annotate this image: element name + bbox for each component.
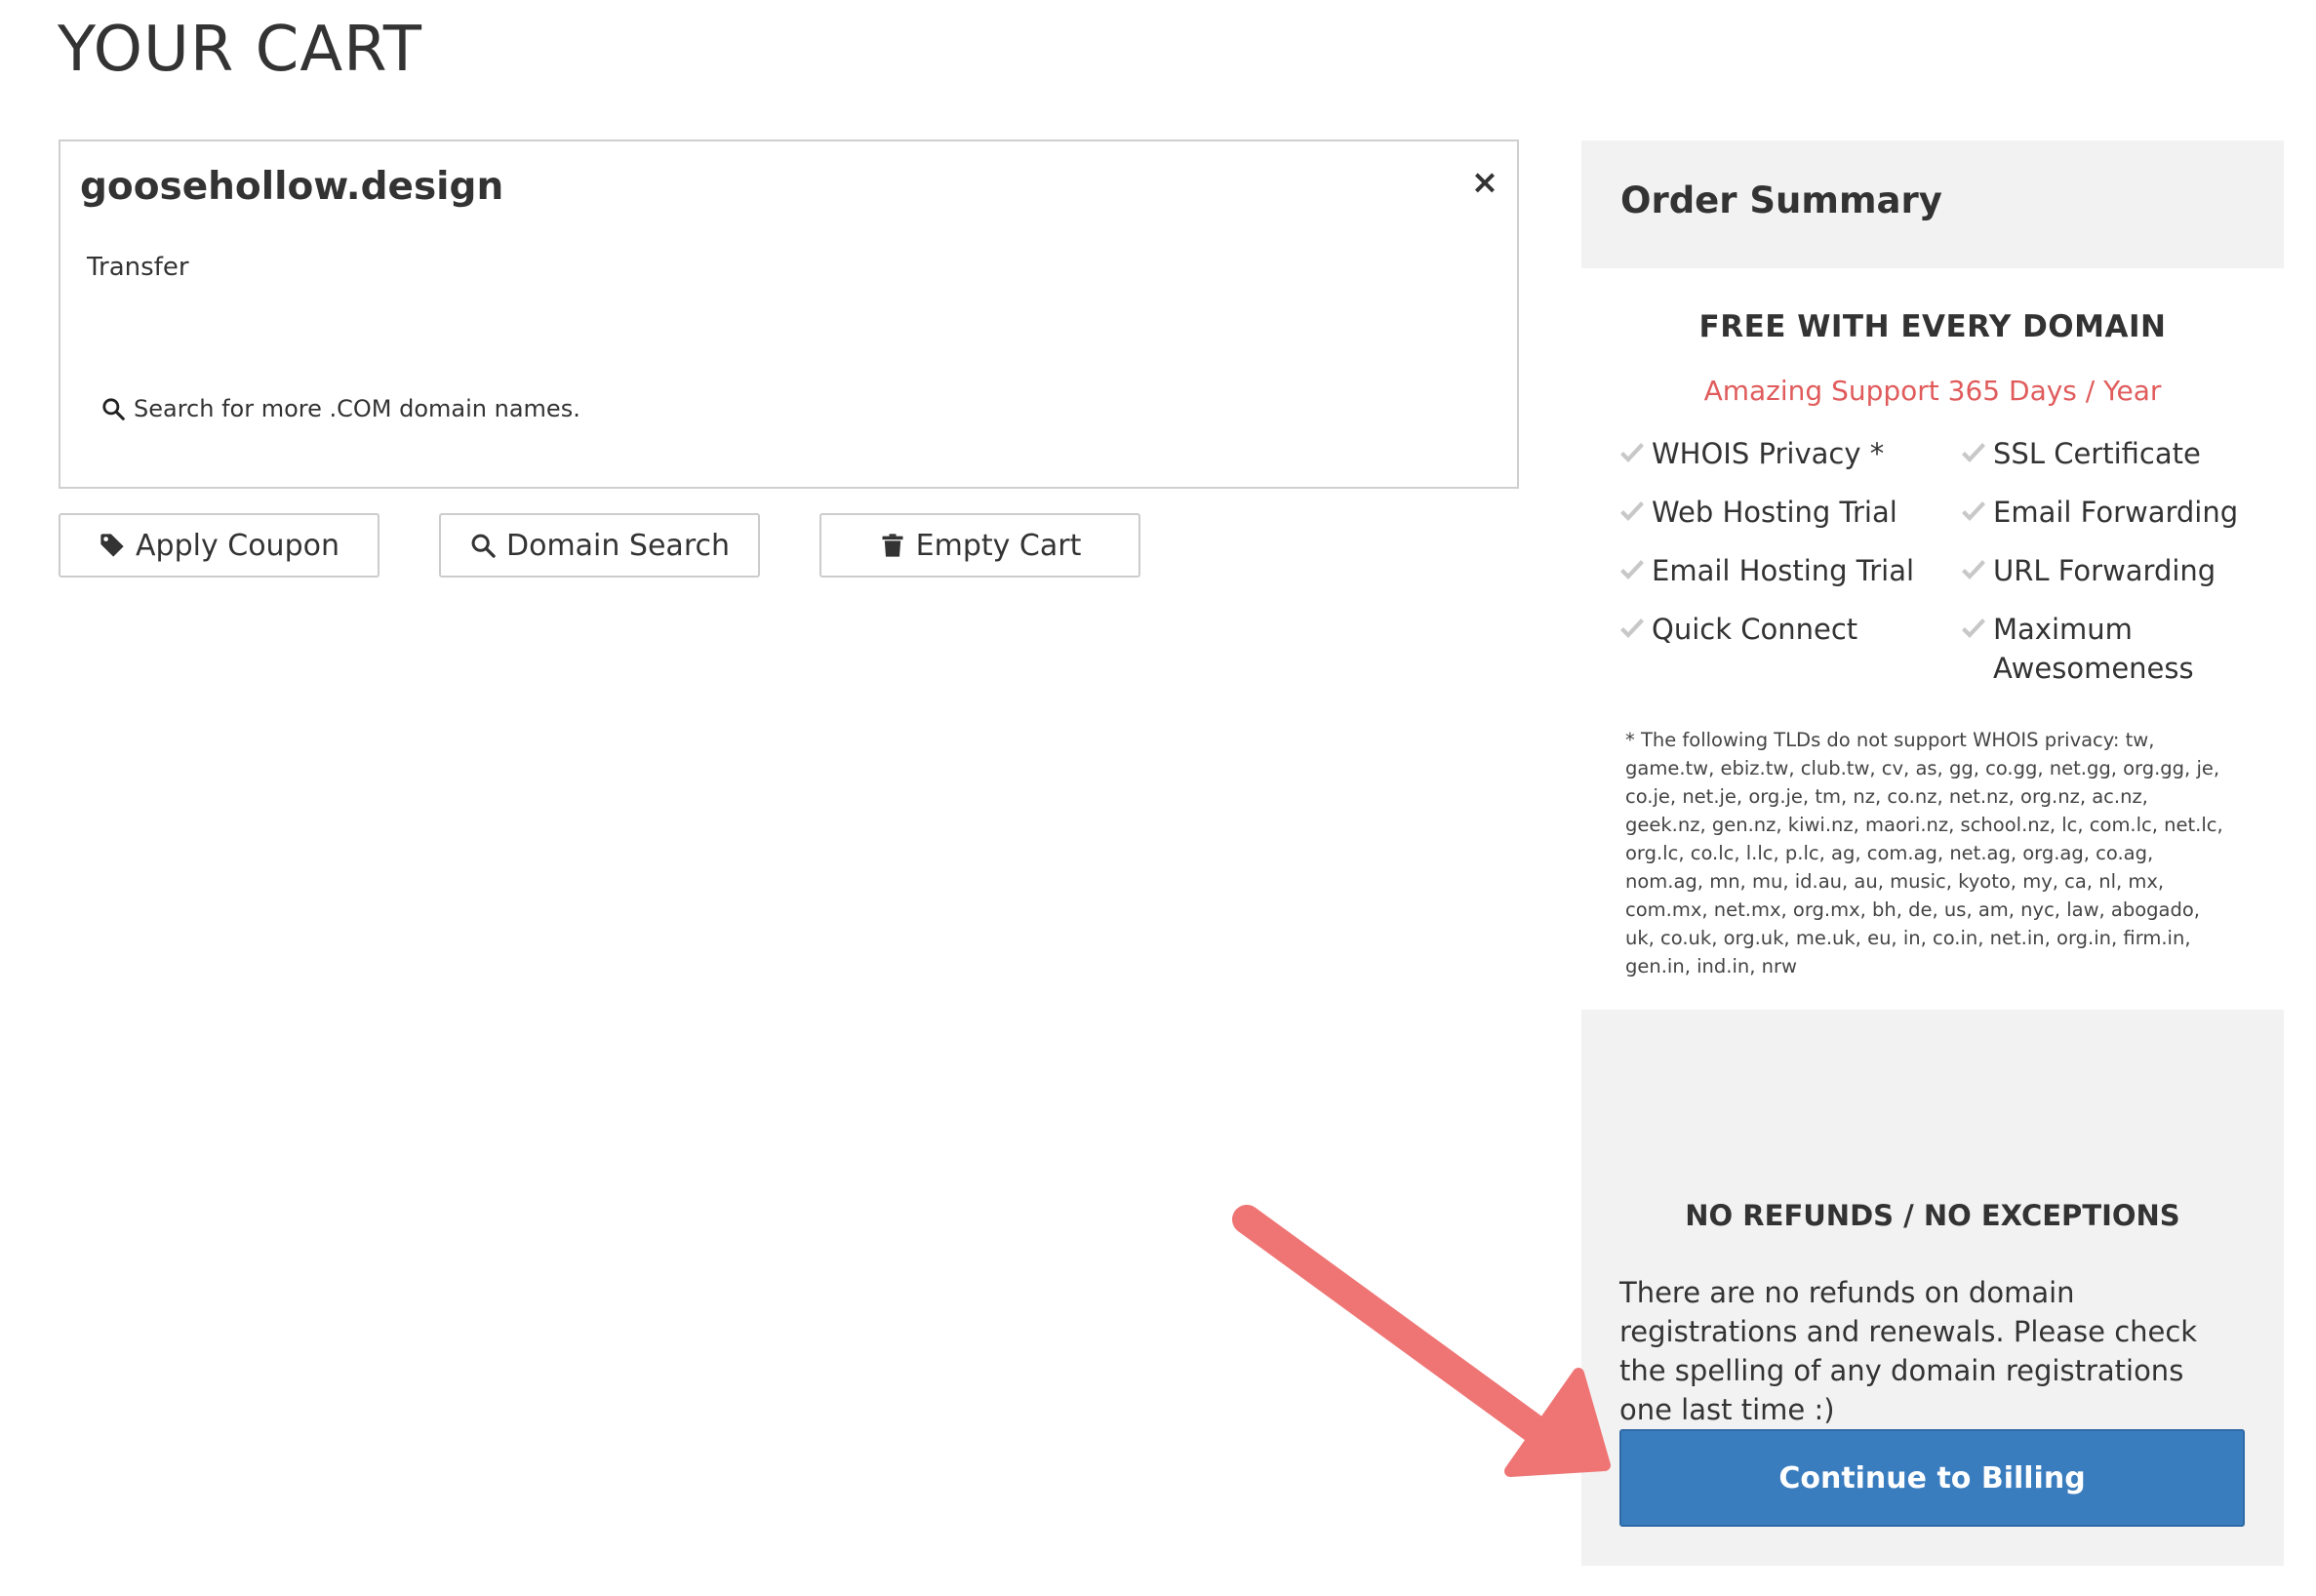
feature-label: Quick Connect — [1652, 613, 1858, 646]
order-summary-header: Order Summary — [1581, 140, 2284, 268]
search-more-link[interactable]: Search for more .COM domain names. — [100, 395, 580, 422]
cart-item-domain: goosehollow.design — [80, 165, 504, 209]
support-subtitle: Amazing Support 365 Days / Year — [1703, 375, 2162, 407]
feature-label: SSL Certificate — [1993, 437, 2201, 470]
arrow-icon — [1232, 1205, 1611, 1477]
feature-item: Maximum Awesomeness — [1960, 610, 2204, 688]
check-icon — [1960, 434, 1987, 473]
refund-policy-panel: NO REFUNDS / NO EXCEPTIONS There are no … — [1581, 1010, 2284, 1566]
feature-label: WHOIS Privacy * — [1652, 437, 1885, 470]
policy-title: NO REFUNDS / NO EXCEPTIONS — [1685, 1199, 2180, 1232]
empty-cart-label: Empty Cart — [915, 528, 1082, 563]
search-icon — [471, 534, 496, 558]
search-more-label: Search for more .COM domain names. — [134, 395, 580, 422]
domain-search-button[interactable]: Domain Search — [439, 513, 760, 578]
apply-coupon-button[interactable]: Apply Coupon — [59, 513, 379, 578]
whois-footnote: * The following TLDs do not support WHOI… — [1625, 729, 2223, 978]
feature-item: Quick Connect — [1618, 610, 1857, 649]
feature-label: Web Hosting Trial — [1652, 496, 1897, 529]
check-icon — [1960, 493, 1987, 532]
cart-item: goosehollow.design × Transfer Search for… — [59, 140, 1519, 489]
domain-search-label: Domain Search — [505, 528, 730, 563]
feature-label: Email Forwarding — [1993, 496, 2239, 529]
feature-label: URL Forwarding — [1993, 554, 2216, 587]
check-icon — [1618, 610, 1646, 649]
feature-label: Email Hosting Trial — [1652, 554, 1915, 587]
policy-text: There are no refunds on domain registrat… — [1619, 1276, 2198, 1426]
tag-icon — [100, 534, 124, 557]
feature-item: Email Forwarding — [1960, 493, 2253, 532]
feature-item: SSL Certificate — [1960, 434, 2253, 473]
check-icon — [1960, 551, 1987, 590]
search-icon — [102, 398, 125, 420]
free-with-domain-title: FREE WITH EVERY DOMAIN — [1698, 309, 2167, 344]
check-icon — [1618, 493, 1646, 532]
continue-to-billing-button[interactable]: Continue to Billing — [1619, 1429, 2245, 1527]
feature-item: URL Forwarding — [1960, 551, 2253, 590]
apply-coupon-label: Apply Coupon — [136, 528, 339, 563]
empty-cart-button[interactable]: Empty Cart — [819, 513, 1140, 578]
page-title: YOUR CART — [58, 14, 422, 86]
feature-item: Email Hosting Trial — [1618, 551, 1914, 590]
feature-item: WHOIS Privacy * — [1618, 434, 1884, 473]
check-icon — [1960, 610, 1987, 649]
check-icon — [1618, 551, 1646, 590]
close-icon: × — [1470, 163, 1499, 202]
feature-label: Maximum Awesomeness — [1993, 613, 2194, 685]
remove-item-button[interactable]: × — [1465, 163, 1504, 202]
cart-item-type: Transfer — [87, 253, 189, 282]
order-summary-title: Order Summary — [1620, 180, 1942, 221]
trash-icon — [882, 534, 903, 557]
feature-item: Web Hosting Trial — [1618, 493, 1897, 532]
check-icon — [1618, 434, 1646, 473]
